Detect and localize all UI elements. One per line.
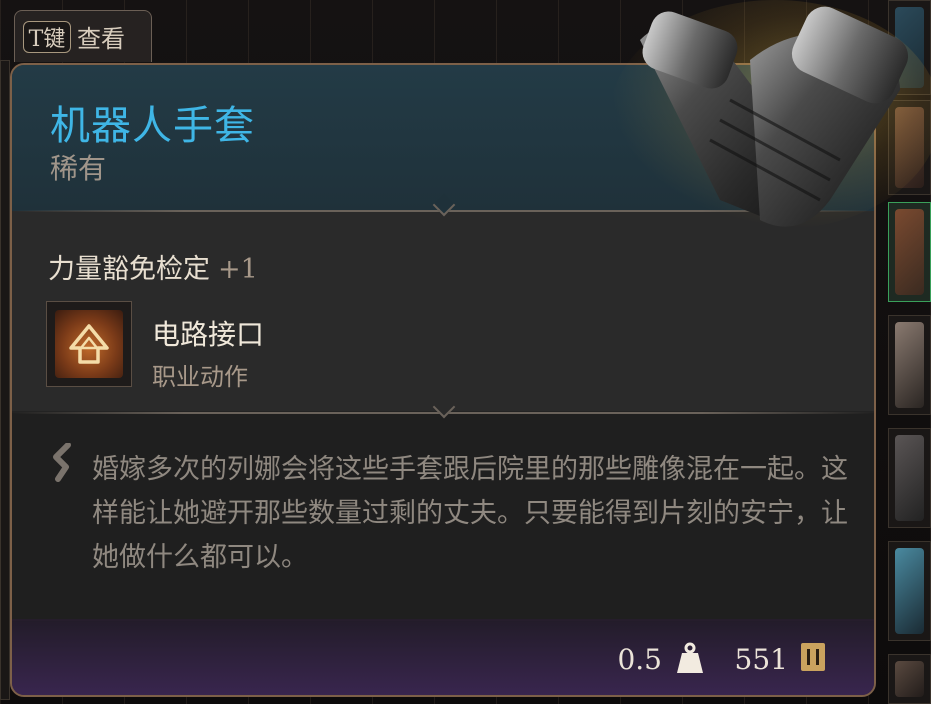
item-price: 551 [734,643,788,676]
item-rarity: 稀有 [50,152,107,185]
inventory-slot[interactable] [888,428,931,528]
keycap-t: T键 [23,20,71,53]
item-description: 婚嫁多次的列娜会将这些手套跟后院里的那些雕像混在一起。这样能让她避开那些数量过剩… [92,454,848,573]
inventory-slot[interactable] [888,315,931,415]
inventory-slot[interactable] [0,60,10,700]
key-hint-label: 查看 [77,25,125,53]
stat-bonus: +1 [218,254,258,285]
item-name: 机器人手套 [50,103,255,149]
ability-icon-frame[interactable] [46,301,132,387]
stat-label: 力量豁免检定 [48,254,210,285]
ability-name: 电路接口 [152,318,265,351]
weight-icon [676,641,704,679]
gold-coin-icon [798,641,828,677]
arrow-up-icon [55,310,123,378]
gauntlet-icon [600,0,920,264]
quote-icon [50,442,78,487]
inventory-slot[interactable] [888,541,931,641]
stat-row: 力量豁免检定 +1 [48,247,258,286]
item-weight: 0.5 [617,643,662,676]
ability-type: 职业动作 [152,363,248,391]
inventory-slot[interactable] [888,654,931,704]
view-key-hint[interactable]: T键 查看 [14,10,152,62]
